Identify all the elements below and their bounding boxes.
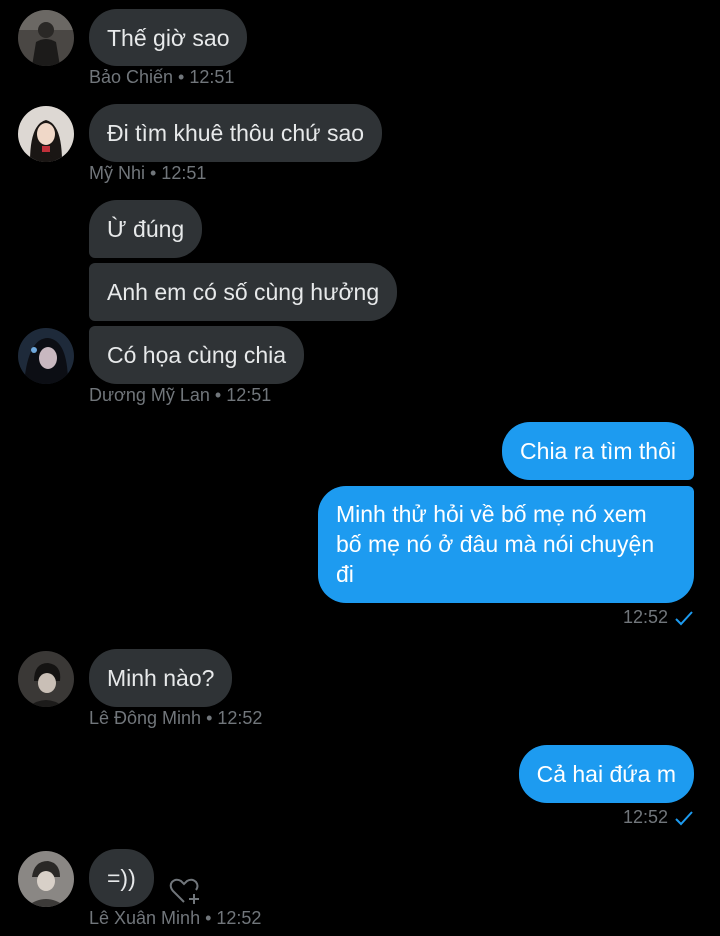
message-meta: Bảo Chiến • 12:51 (89, 67, 235, 87)
message-text: Anh em có số cùng hưởng (107, 279, 380, 305)
message-bubble[interactable]: Có họa cùng chia (89, 326, 305, 384)
avatar-image (18, 328, 74, 384)
message-text: Ừ đúng (107, 216, 185, 242)
message-bubble[interactable]: Anh em có số cùng hưởng (89, 263, 398, 321)
message-text: Chia ra tìm thôi (520, 438, 676, 464)
message-bubble[interactable]: Đi tìm khuê thôu chứ sao (89, 104, 383, 162)
message-text: Minh thử hỏi về bố mẹ nó xem bố mẹ nó ở … (336, 501, 655, 587)
message-bubble[interactable]: Ừ đúng (89, 200, 203, 258)
avatar-image (18, 106, 74, 162)
message-bubble[interactable]: Minh nào? (89, 649, 233, 707)
check-icon (675, 610, 693, 625)
message-meta: 12:52 (623, 807, 694, 828)
message-meta: 12:52 (623, 607, 694, 628)
message-time: 12:52 (622, 807, 668, 827)
message-bubble[interactable]: Thế giờ sao (89, 9, 248, 66)
outgoing-message-bubble[interactable]: Chia ra tìm thôi (502, 422, 694, 480)
outgoing-message-bubble[interactable]: Cả hai đứa m (518, 745, 694, 803)
heart-plus-icon (169, 878, 199, 904)
avatar-duong-my-lan[interactable] (18, 328, 74, 384)
avatar-image (18, 851, 74, 907)
react-button[interactable] (168, 876, 202, 911)
avatar-my-nhi[interactable] (18, 106, 74, 162)
avatar-le-xuan-minh[interactable] (18, 851, 74, 907)
message-text: Minh nào? (107, 665, 215, 691)
avatar-le-dong-minh[interactable] (18, 651, 74, 707)
avatar-image (18, 10, 74, 66)
check-icon (675, 810, 693, 825)
avatar-image (18, 651, 74, 707)
message-bubble[interactable]: =)) (89, 849, 154, 907)
message-meta: Lê Đông Minh • 12:52 (89, 708, 263, 728)
avatar-bao-chien[interactable] (18, 10, 74, 66)
outgoing-message-bubble[interactable]: Minh thử hỏi về bố mẹ nó xem bố mẹ nó ở … (318, 486, 694, 603)
message-meta: Lê Xuân Minh • 12:52 (89, 908, 262, 928)
message-time: 12:52 (622, 607, 668, 627)
message-text: Đi tìm khuê thôu chứ sao (107, 120, 365, 146)
message-text: Thế giờ sao (107, 24, 230, 51)
message-text: Có họa cùng chia (107, 342, 287, 368)
message-meta: Mỹ Nhi • 12:51 (89, 163, 207, 183)
message-text: Cả hai đứa m (536, 761, 676, 787)
message-meta: Dương Mỹ Lan • 12:51 (89, 385, 272, 405)
message-text: =)) (107, 865, 136, 891)
